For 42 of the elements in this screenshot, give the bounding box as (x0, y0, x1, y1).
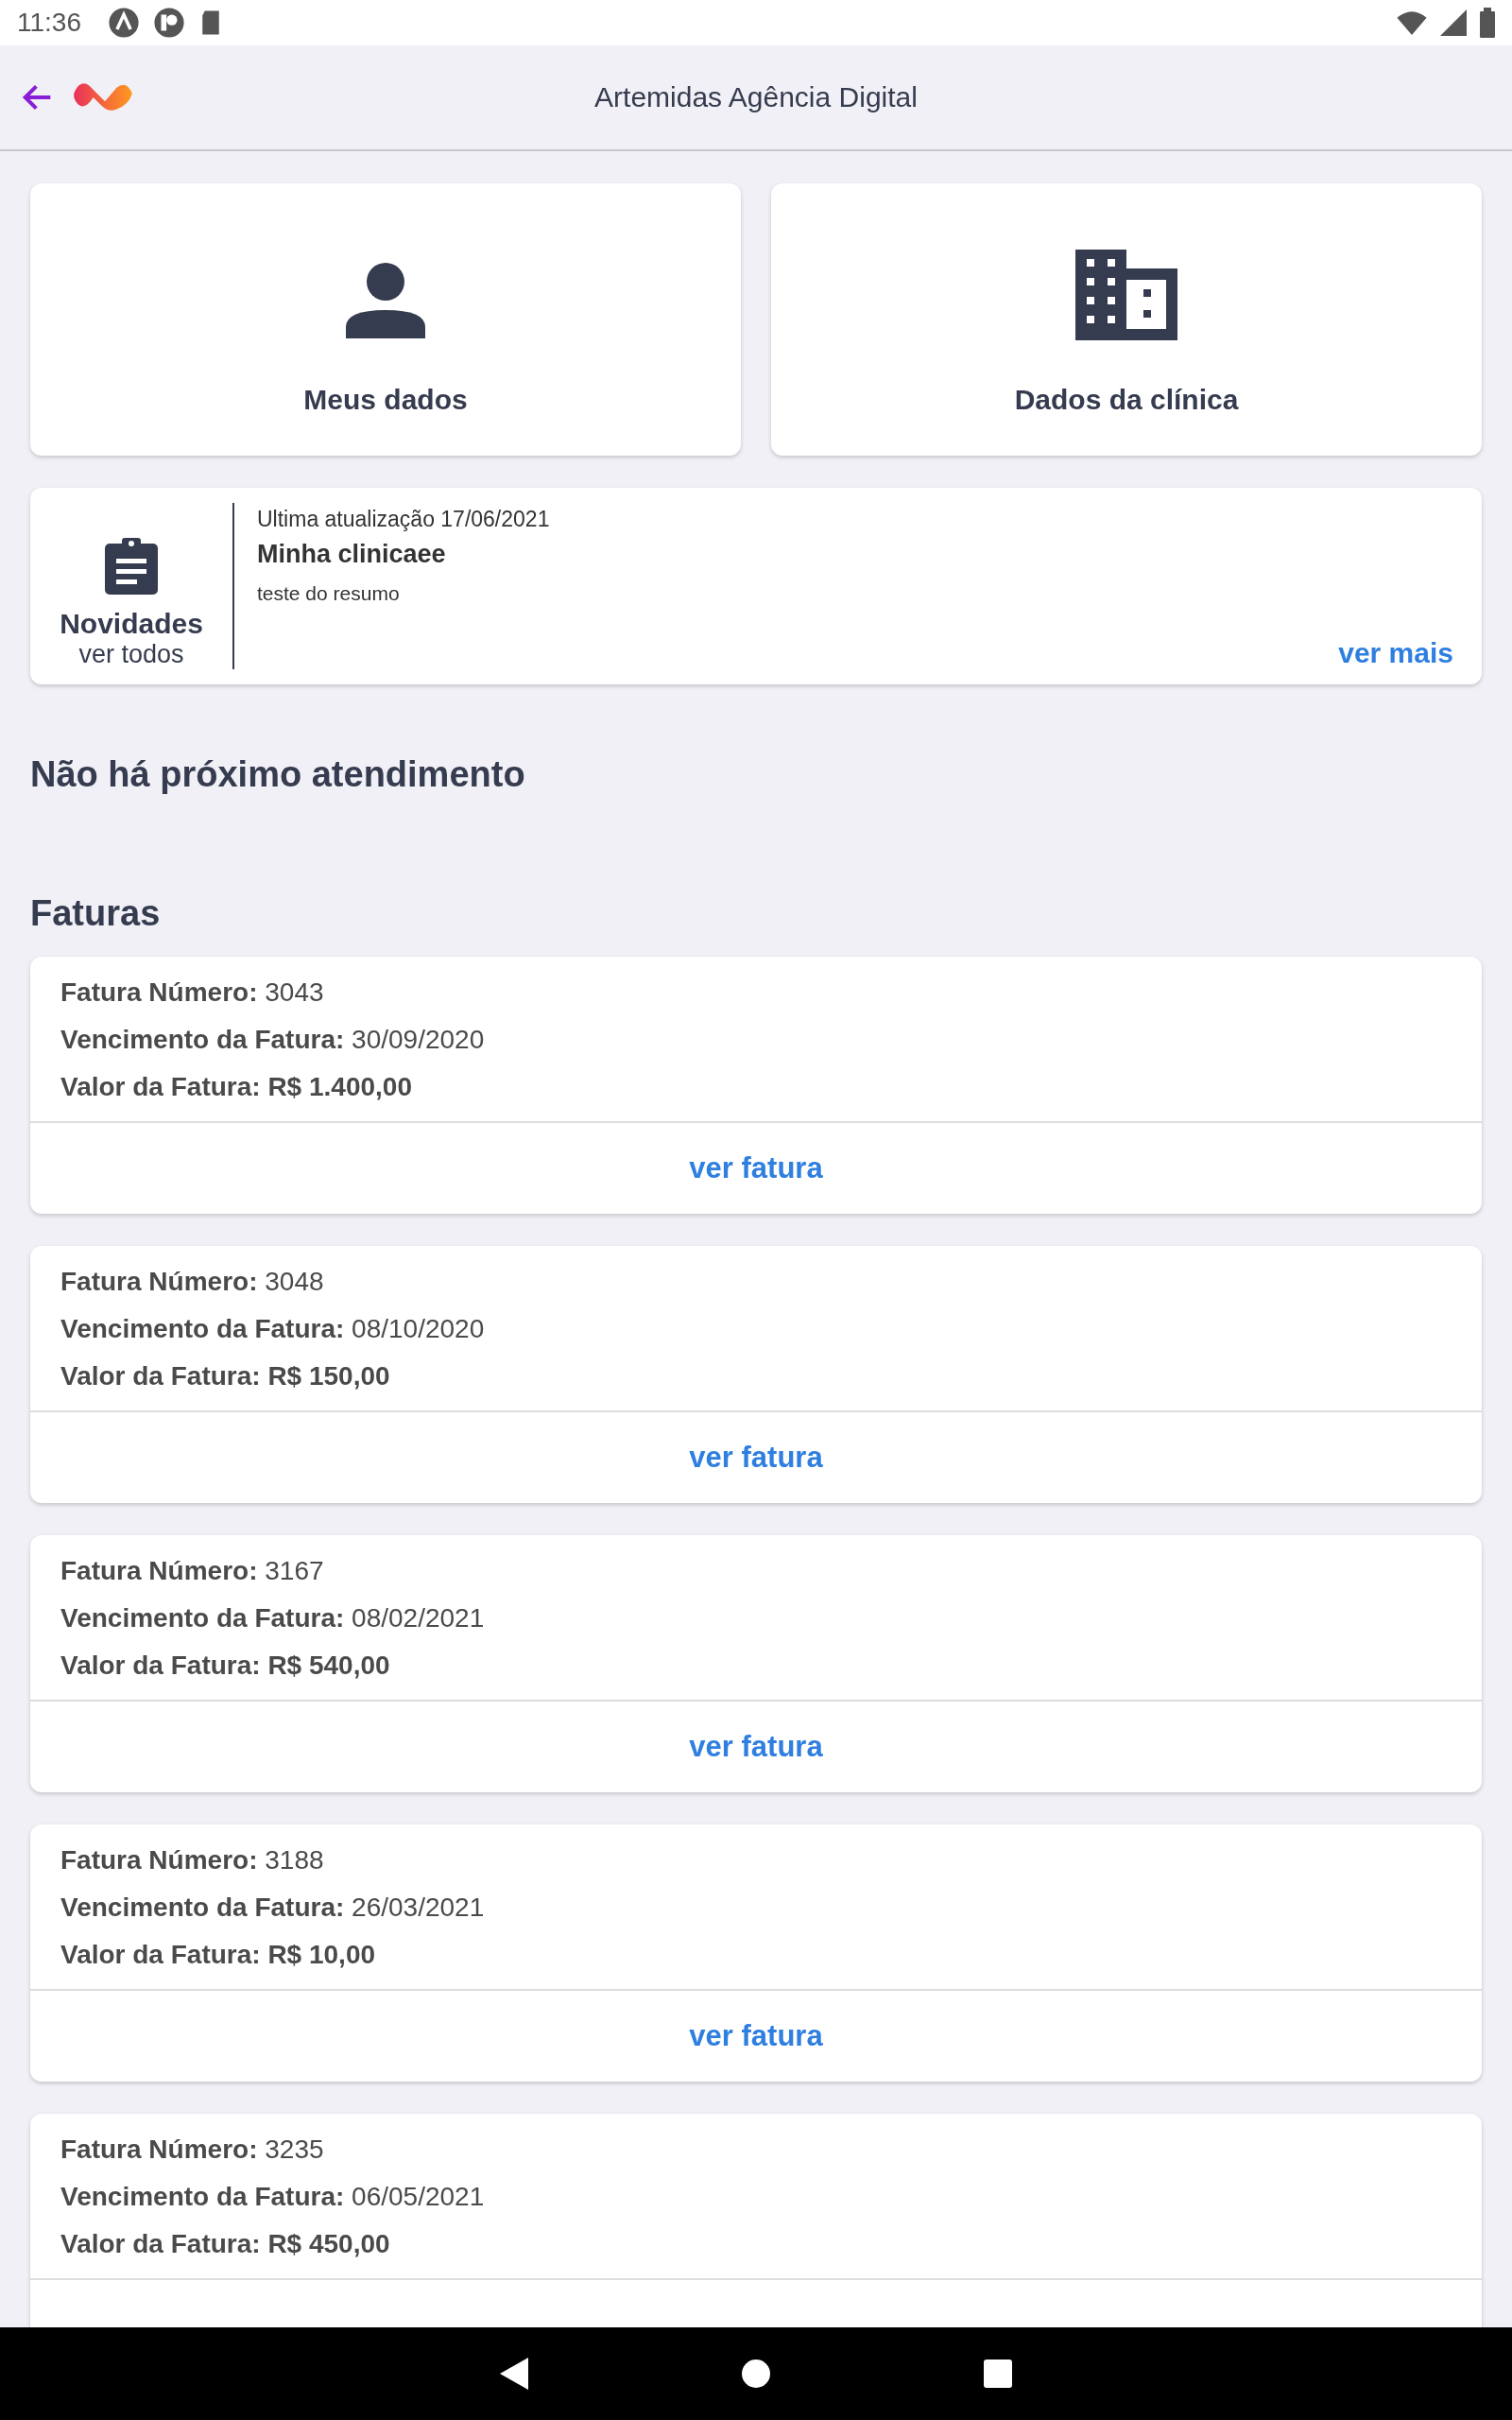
see-more-link[interactable]: ver mais (1338, 637, 1453, 669)
invoice-detail: Valor da Fatura: R$ 450,00 (60, 2229, 391, 2259)
notification-icon (153, 7, 185, 39)
news-headline: Minha clinicaee (257, 540, 447, 569)
building-icon (1075, 250, 1177, 340)
shortcut-label: Meus dados (303, 384, 468, 416)
clipboard-icon (105, 538, 158, 595)
update-date: Ultima atualização 17/06/2021 (257, 507, 551, 532)
invoice-detail: Vencimento da Fatura: 08/02/2021 (60, 1603, 486, 1634)
shortcut-card[interactable]: Dados da clínica (771, 183, 1482, 456)
next-appointment-text: Não há próximo atendimento (30, 754, 526, 795)
notification-icon (108, 7, 140, 39)
invoice-detail: Fatura Número: 3043 (60, 977, 325, 1008)
wifi-icon (1397, 10, 1427, 35)
invoice-detail: Vencimento da Fatura: 06/05/2021 (60, 2182, 486, 2212)
invoice-detail: Vencimento da Fatura: 08/10/2020 (60, 1314, 486, 1344)
section-title: Faturas (30, 893, 162, 934)
status-time: 11:36 (17, 8, 81, 38)
invoice-detail: Fatura Número: 3188 (60, 1845, 325, 1876)
home-icon[interactable] (742, 2360, 770, 2388)
view-invoice-button[interactable]: ver fatura (30, 1123, 1482, 1214)
back-icon[interactable] (500, 2358, 528, 2390)
shortcut-card[interactable]: Meus dados (30, 183, 741, 456)
shortcut-label: Dados da clínica (1014, 384, 1239, 416)
news-summary: teste do resumo (257, 582, 400, 605)
battery-icon (1480, 8, 1495, 38)
view-invoice-button[interactable]: ver fatura (30, 1412, 1482, 1503)
invoice-detail: Valor da Fatura: R$ 150,00 (60, 1361, 391, 1392)
invoice-detail: Fatura Número: 3235 (60, 2135, 325, 2165)
invoice-detail: Fatura Número: 3048 (60, 1267, 325, 1297)
header-title: Artemidas Agência Digital (594, 81, 918, 113)
invoice-detail: Vencimento da Fatura: 26/03/2021 (60, 1893, 486, 1923)
see-all-link[interactable]: ver todos (78, 640, 184, 669)
view-invoice-button[interactable]: ver fatura (30, 1702, 1482, 1792)
invoice-detail: Valor da Fatura: R$ 1.400,00 (60, 1072, 413, 1102)
news-title: Novidades (60, 608, 203, 640)
invoice-detail: Valor da Fatura: R$ 10,00 (60, 1940, 377, 1970)
invoice-detail: Fatura Número: 3167 (60, 1556, 325, 1586)
invoice-detail: Vencimento da Fatura: 30/09/2020 (60, 1025, 486, 1055)
view-invoice-button[interactable]: ver fatura (30, 1991, 1482, 2082)
invoice-detail: Valor da Fatura: R$ 540,00 (60, 1651, 391, 1681)
signal-icon (1440, 9, 1467, 36)
